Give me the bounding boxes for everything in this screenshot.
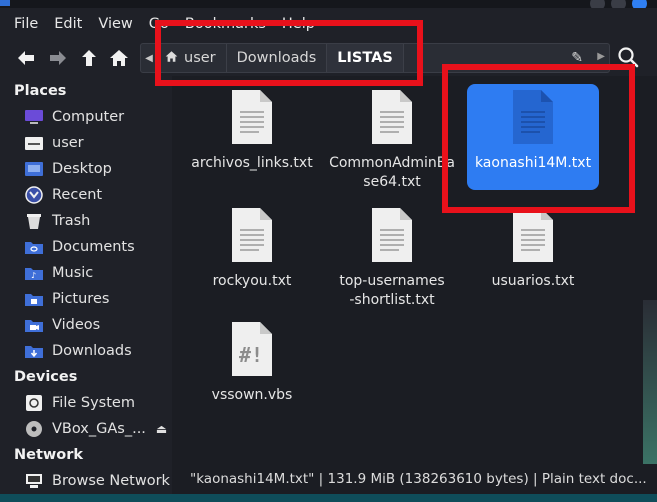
sidebar-item-recent[interactable]: Recent: [0, 182, 172, 208]
sidebar-item-label: Pictures: [52, 291, 110, 307]
sidebar-item-music[interactable]: ♪ Music: [0, 260, 172, 286]
home-folder-icon: [24, 134, 44, 152]
network-heading: Network: [14, 447, 84, 463]
sidebar-item-label: Music: [52, 265, 94, 281]
sidebar-item-downloads[interactable]: Downloads: [0, 338, 172, 364]
menu-file[interactable]: File: [14, 16, 38, 32]
sidebar-item-label: Documents: [52, 239, 135, 255]
text-file-icon: [513, 208, 553, 262]
up-arrow-icon: [82, 50, 96, 66]
recent-icon: [24, 186, 44, 204]
forward-button[interactable]: [46, 44, 70, 72]
svg-text:♪: ♪: [31, 271, 36, 280]
sidebar-item-browse-network[interactable]: Browse Network: [0, 468, 172, 494]
svg-text:#!: #!: [239, 343, 263, 367]
music-folder-icon: ♪: [24, 264, 44, 282]
sidebar-item-label: Computer: [52, 109, 125, 125]
sidebar-item-label: File System: [52, 395, 135, 411]
sidebar-item-desktop[interactable]: Desktop: [0, 156, 172, 182]
documents-folder-icon: [24, 238, 44, 256]
sidebar: Places Computer user Desktop Recent Tras…: [0, 76, 172, 502]
script-file-icon: #!: [232, 322, 272, 376]
file-top-usernames-shortlist[interactable]: top-usernames-shortlist.txt: [322, 206, 462, 310]
file-vssown[interactable]: #! vssown.vbs: [182, 320, 322, 405]
optical-disc-icon: [24, 420, 44, 438]
sidebar-item-file-system[interactable]: File System: [0, 390, 172, 416]
file-name: vssown.vbs: [211, 387, 293, 403]
file-name: archivos_links.txt: [191, 155, 313, 171]
file-usuarios[interactable]: usuarios.txt: [463, 206, 603, 291]
sidebar-item-label: Trash: [52, 213, 91, 229]
status-text: "kaonashi14M.txt" | 131.9 MiB (138263610…: [190, 471, 647, 487]
sidebar-item-computer[interactable]: Computer: [0, 104, 172, 130]
back-button[interactable]: [14, 44, 38, 72]
sidebar-item-label: VBox_GAs_...: [52, 421, 146, 437]
computer-icon: [24, 108, 44, 126]
home-icon: [110, 50, 128, 66]
text-file-icon: [232, 208, 272, 262]
sidebar-item-label: Recent: [52, 187, 103, 203]
downloads-folder-icon: [24, 342, 44, 360]
app-icon: [0, 0, 10, 6]
forward-arrow-icon: [50, 51, 66, 65]
sidebar-item-label: Downloads: [52, 343, 132, 359]
videos-folder-icon: [24, 316, 44, 334]
trash-icon: [24, 212, 44, 230]
network-icon: [24, 472, 44, 490]
file-archivos-links[interactable]: archivos_links.txt: [182, 88, 322, 173]
file-name: CommonAdminBase64.txt: [329, 155, 455, 190]
file-name: top-usernames-shortlist.txt: [339, 273, 445, 308]
desktop-icon: [24, 160, 44, 178]
menu-edit[interactable]: Edit: [54, 16, 82, 32]
file-rockyou[interactable]: rockyou.txt: [182, 206, 322, 291]
devices-heading: Devices: [14, 369, 78, 385]
pictures-folder-icon: [24, 290, 44, 308]
file-commonadminbase64[interactable]: CommonAdminBase64.txt: [322, 88, 462, 192]
window-top-edge: [0, 0, 657, 8]
sidebar-item-user[interactable]: user: [0, 130, 172, 156]
back-arrow-icon: [18, 51, 34, 65]
text-file-icon: [232, 90, 272, 144]
drive-icon: [24, 394, 44, 412]
up-button[interactable]: [77, 44, 101, 72]
annotation-box-pathbar: [155, 20, 423, 86]
file-name: rockyou.txt: [212, 273, 292, 289]
text-file-icon: [372, 208, 412, 262]
sidebar-item-label: Videos: [52, 317, 101, 333]
status-bar: "kaonashi14M.txt" | 131.9 MiB (138263610…: [178, 464, 657, 494]
sidebar-item-label: Browse Network: [52, 473, 170, 489]
sidebar-item-trash[interactable]: Trash: [0, 208, 172, 234]
text-file-icon: [372, 90, 412, 144]
sidebar-item-videos[interactable]: Videos: [0, 312, 172, 338]
file-name: usuarios.txt: [491, 273, 575, 289]
sidebar-item-documents[interactable]: Documents: [0, 234, 172, 260]
places-heading: Places: [14, 83, 67, 99]
eject-icon[interactable]: ⏏: [156, 422, 167, 436]
menu-view[interactable]: View: [98, 16, 132, 32]
sidebar-item-vbox-gas[interactable]: VBox_GAs_... ⏏: [0, 416, 172, 442]
home-button[interactable]: [107, 44, 131, 72]
sidebar-item-label: user: [52, 135, 84, 151]
path-scroll-right-icon[interactable]: ▶: [597, 51, 605, 62]
annotation-box-selected-file: [442, 64, 635, 213]
sidebar-item-pictures[interactable]: Pictures: [0, 286, 172, 312]
sidebar-item-label: Desktop: [52, 161, 112, 177]
desktop-background-strip: [0, 494, 657, 502]
